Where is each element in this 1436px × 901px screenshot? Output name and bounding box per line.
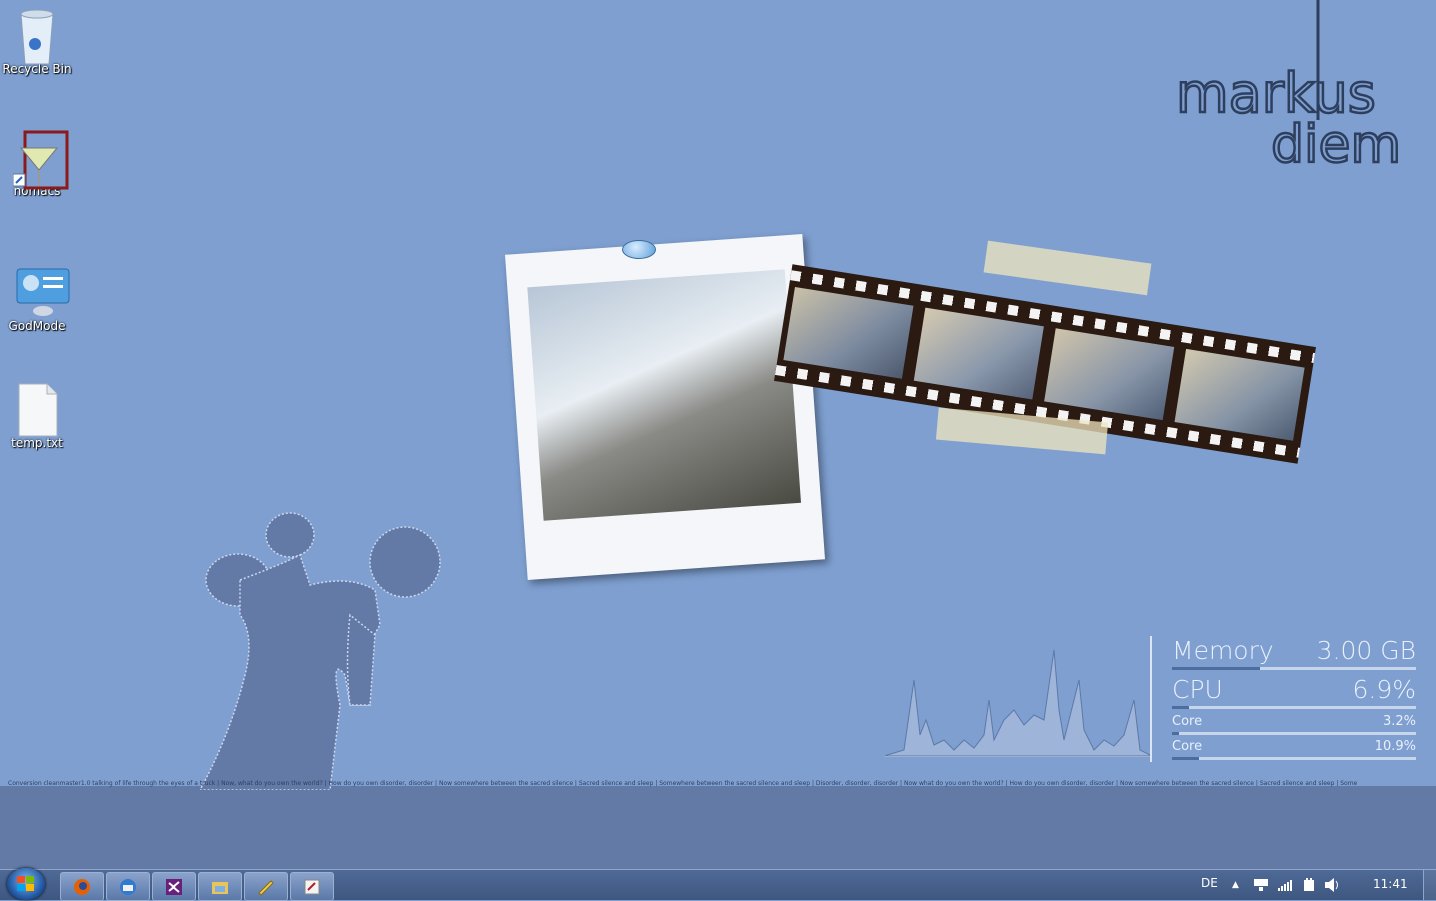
nomacs-icon — [12, 130, 69, 190]
language-indicator[interactable]: DE — [1201, 876, 1218, 890]
core1-bar — [1172, 732, 1180, 735]
core1-label: Core — [1172, 714, 1203, 729]
silhouette-figure — [200, 512, 441, 790]
start-button[interactable] — [7, 868, 45, 900]
windows-logo-icon — [17, 876, 34, 891]
core2-value: 10.9% — [1374, 739, 1416, 754]
desktop-icon-godmode[interactable]: GodMode — [2, 265, 72, 333]
taskbar-explorer[interactable] — [198, 872, 242, 901]
tool-icon — [258, 880, 274, 896]
cpu-label: CPU — [1172, 675, 1223, 704]
taskbar-thunderbird[interactable] — [106, 872, 150, 901]
desktop-icon-label: temp.txt — [11, 436, 63, 450]
signal-icon[interactable] — [1278, 879, 1292, 891]
desktop-icon-temp-txt[interactable]: temp.txt — [2, 382, 72, 450]
film-frame — [1174, 348, 1305, 441]
tray-expand-icon[interactable]: ▲ — [1232, 880, 1239, 890]
desktop-icon-recycle-bin[interactable]: Recycle Bin — [2, 8, 72, 76]
taskbar-tool[interactable] — [244, 872, 288, 901]
cpu-history-graph — [884, 649, 1152, 757]
power-icon[interactable] — [1302, 878, 1316, 892]
logo: markus diem — [1175, 0, 1402, 170]
cpu-value: 6.9% — [1352, 675, 1416, 704]
memory-value: 3.00 GB — [1316, 636, 1416, 665]
memory-row: Memory 3.00 GB — [1172, 636, 1416, 665]
firefox-icon — [74, 879, 90, 895]
film-frame — [783, 286, 914, 379]
ground-band — [0, 786, 1436, 869]
cpu-bar — [1172, 706, 1190, 709]
taskbar-visual-studio[interactable] — [152, 872, 196, 901]
system-meter-widget: Memory 3.00 GB CPU 6.9% Core 3.2% Core 1… — [1150, 636, 1428, 762]
desktop-icon-label: GodMode — [8, 319, 66, 333]
polaroid-image — [527, 269, 802, 521]
network-icon[interactable] — [1254, 879, 1268, 891]
lyrics-ticker: Conversion cleanmaster1.0 talking of lif… — [8, 780, 1358, 787]
taskbar-firefox[interactable] — [60, 872, 104, 901]
memory-bar — [1172, 667, 1260, 670]
taskbar: DE ▲ 11:41 — [0, 868, 1436, 901]
polaroid-photo — [504, 234, 826, 580]
show-desktop-button[interactable] — [1423, 870, 1436, 900]
taskbar-editor[interactable] — [290, 872, 334, 901]
recycle-bin-icon — [13, 8, 61, 65]
memory-label: Memory — [1172, 636, 1274, 665]
film-frame — [1044, 328, 1175, 421]
core2-label: Core — [1172, 739, 1203, 754]
thunderbird-icon — [120, 879, 136, 895]
tape-top — [983, 240, 1152, 296]
desktop: markus diem Recycle Bin nomacs GodMode t… — [0, 0, 1436, 869]
film-frame — [913, 307, 1044, 400]
core1-value: 3.2% — [1382, 714, 1416, 729]
text-file-icon — [13, 382, 61, 437]
godmode-icon — [13, 265, 70, 317]
core2-bar — [1172, 757, 1199, 760]
volume-icon[interactable] — [1325, 878, 1341, 892]
pin-icon — [622, 240, 656, 259]
core1-row: Core 3.2% — [1172, 714, 1416, 729]
desktop-icon-nomacs[interactable]: nomacs — [2, 130, 72, 198]
editor-icon — [304, 879, 320, 895]
cpu-row: CPU 6.9% — [1172, 675, 1416, 704]
visual-studio-icon — [166, 879, 182, 895]
logo-line2: diem — [1271, 115, 1401, 170]
core2-row: Core 10.9% — [1172, 739, 1416, 754]
explorer-icon — [212, 882, 228, 894]
clock[interactable]: 11:41 — [1373, 877, 1408, 891]
